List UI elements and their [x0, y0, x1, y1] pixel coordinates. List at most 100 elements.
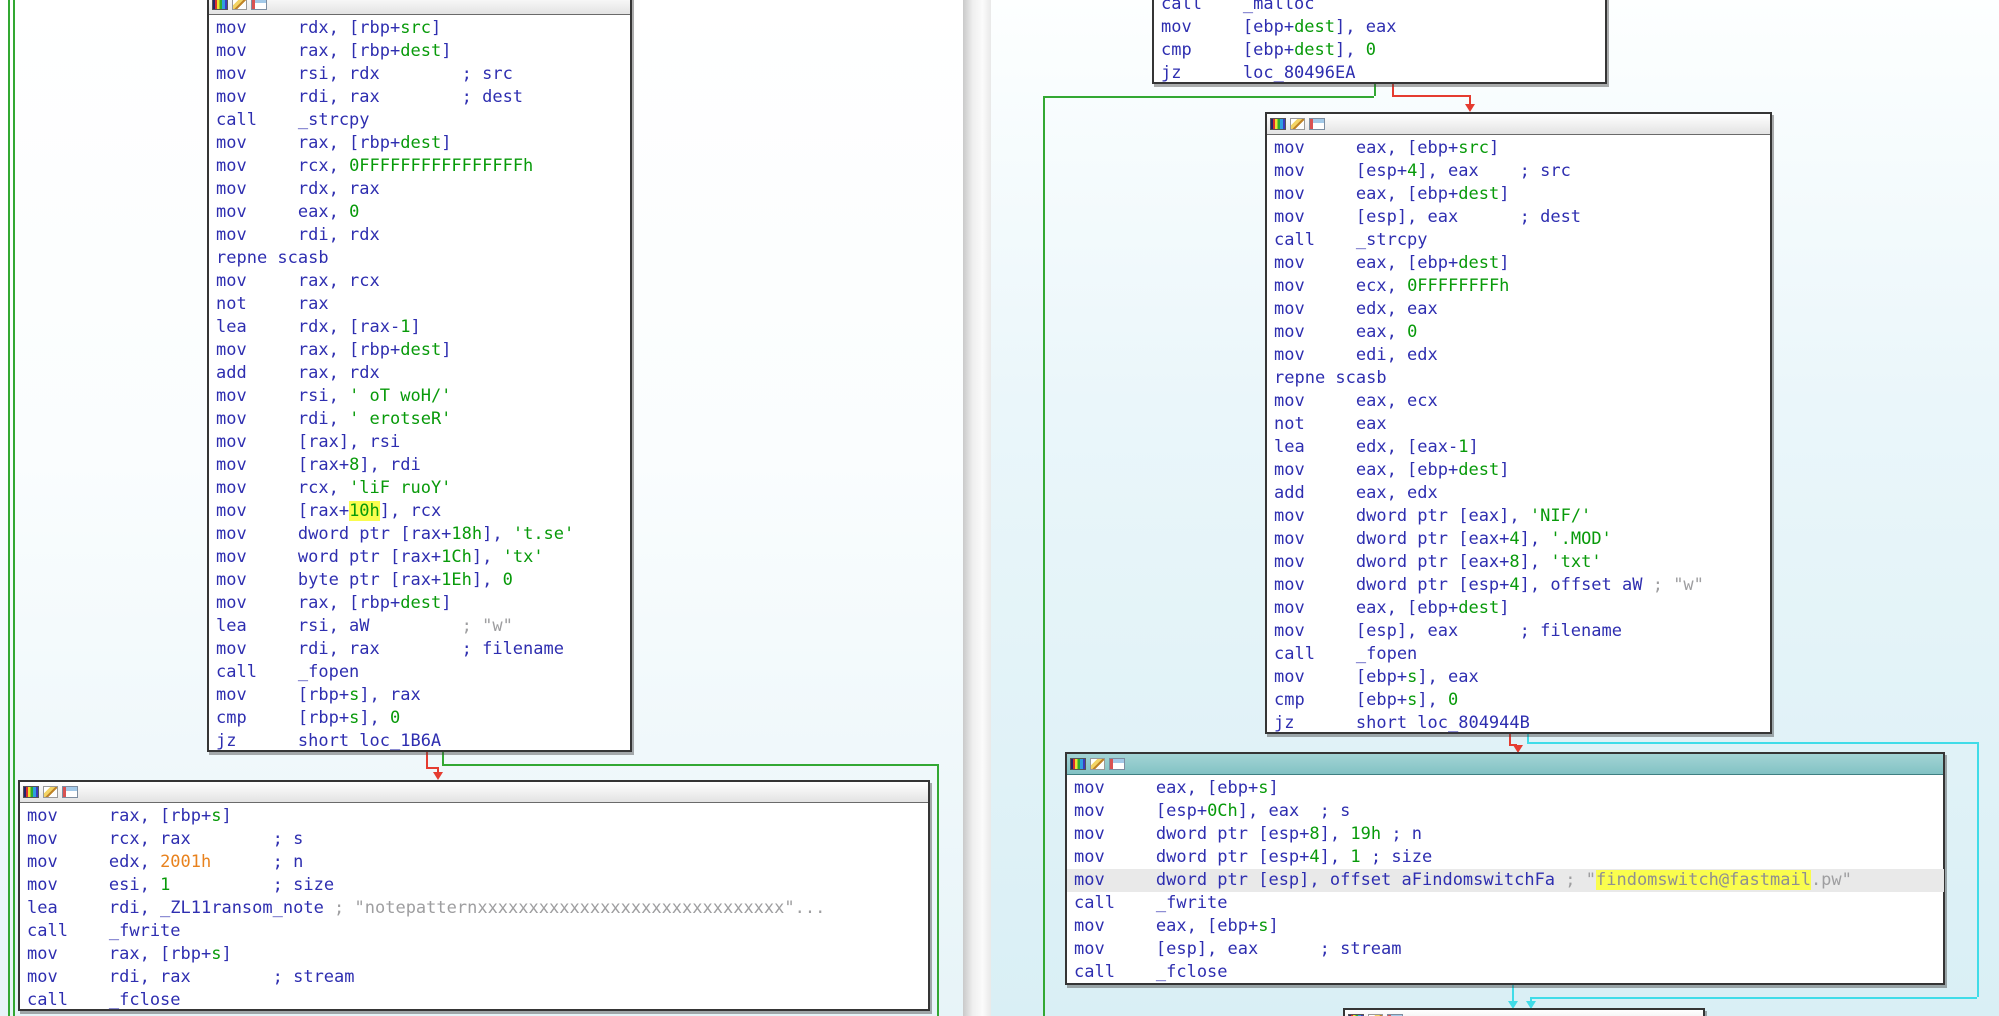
asm-line[interactable]: mov eax, [ebp+dest] — [1274, 183, 1770, 206]
asm-line[interactable]: mov dword ptr [eax], 'NIF/' — [1274, 505, 1770, 528]
asm-line[interactable]: mov dword ptr [esp+4], offset aW ; "w" — [1274, 574, 1770, 597]
asm-line[interactable]: jz short loc_804944B — [1274, 712, 1770, 735]
asm-line[interactable]: mov rdi, rax ; filename — [216, 638, 630, 661]
asm-line[interactable]: mov rcx, 'liF ruoY' — [216, 477, 630, 500]
asm-line[interactable]: mov byte ptr [rax+1Eh], 0 — [216, 569, 630, 592]
asm-line[interactable]: mov [esp+4], eax ; src — [1274, 160, 1770, 183]
asm-line[interactable]: lea rdx, [rax-1] — [216, 316, 630, 339]
asm-line[interactable]: lea rsi, aW ; "w" — [216, 615, 630, 638]
node-color-icon[interactable] — [1070, 758, 1086, 770]
asm-line[interactable]: call _fopen — [216, 661, 630, 684]
asm-line[interactable]: mov eax, [ebp+dest] — [1274, 252, 1770, 275]
asm-line[interactable]: mov eax, [ebp+s] — [1074, 915, 1943, 938]
asm-line[interactable]: call _fwrite — [1074, 892, 1943, 915]
asm-line[interactable]: mov rax, [rbp+dest] — [216, 592, 630, 615]
asm-line[interactable]: repne scasb — [216, 247, 630, 270]
asm-line[interactable]: mov eax, [ebp+s] — [1074, 777, 1943, 800]
asm-line[interactable]: mov eax, [ebp+dest] — [1274, 597, 1770, 620]
asm-line[interactable]: mov [esp], eax ; stream — [1074, 938, 1943, 961]
asm-line[interactable]: mov dword ptr [rax+18h], 't.se' — [216, 523, 630, 546]
node-right-malloc-check-x86[interactable]: call _mallocmov [ebp+dest], eaxcmp [ebp+… — [1152, 0, 1607, 84]
asm-line[interactable]: cmp [rbp+s], 0 — [216, 707, 630, 730]
asm-line[interactable]: mov [esp+0Ch], eax ; s — [1074, 800, 1943, 823]
asm-line[interactable]: mov rdi, rax ; dest — [216, 86, 630, 109]
node-edit-icon[interactable] — [1290, 118, 1305, 130]
asm-line[interactable]: add rax, rdx — [216, 362, 630, 385]
asm-line[interactable]: cmp [ebp+dest], 0 — [1161, 39, 1605, 62]
node-frame-icon[interactable] — [1109, 758, 1125, 770]
node-frame-icon[interactable] — [62, 786, 78, 798]
node-color-icon[interactable] — [1270, 118, 1286, 130]
asm-line[interactable]: mov dword ptr [esp+4], 1 ; size — [1074, 846, 1943, 869]
node-right-fwrite-email-x86-titlebar[interactable] — [1067, 754, 1943, 775]
node-edit-icon[interactable] — [232, 0, 247, 10]
asm-line[interactable]: mov [esp], eax ; filename — [1274, 620, 1770, 643]
asm-line[interactable]: lea rdi, _ZL11ransom_note ; "notepattern… — [27, 897, 928, 920]
asm-line[interactable]: add eax, edx — [1274, 482, 1770, 505]
node-color-icon[interactable] — [23, 786, 39, 798]
asm-line[interactable]: mov dword ptr [eax+4], '.MOD' — [1274, 528, 1770, 551]
asm-line[interactable]: mov rdx, [rbp+src] — [216, 17, 630, 40]
asm-line[interactable]: mov [ebp+dest], eax — [1161, 16, 1605, 39]
asm-line[interactable]: mov rsi, rdx ; src — [216, 63, 630, 86]
node-frame-icon[interactable] — [1309, 118, 1325, 130]
asm-line[interactable]: mov [rbp+s], rax — [216, 684, 630, 707]
asm-line[interactable]: mov dword ptr [esp+8], 19h ; n — [1074, 823, 1943, 846]
asm-line[interactable]: mov [ebp+s], eax — [1274, 666, 1770, 689]
asm-line[interactable]: mov rax, [rbp+dest] — [216, 132, 630, 155]
node-frame-icon[interactable] — [251, 0, 267, 10]
asm-line[interactable]: mov [rax], rsi — [216, 431, 630, 454]
asm-line[interactable]: mov rsi, ' oT woH/' — [216, 385, 630, 408]
asm-line[interactable]: mov rcx, rax ; s — [27, 828, 928, 851]
asm-line[interactable]: mov rcx, 0FFFFFFFFFFFFFFFFh — [216, 155, 630, 178]
asm-line[interactable]: mov dword ptr [esp], offset aFindomswitc… — [1067, 869, 1944, 892]
asm-line[interactable]: mov eax, 0 — [1274, 321, 1770, 344]
node-left-write-note-x64-titlebar[interactable] — [20, 782, 928, 803]
node-left-build-restore-note-x64[interactable]: mov rdx, [rbp+src]mov rax, [rbp+dest]mov… — [207, 0, 632, 752]
asm-line[interactable]: call _fwrite — [27, 920, 928, 943]
asm-line[interactable]: mov rax, rcx — [216, 270, 630, 293]
node-right-next-fragment-titlebar[interactable] — [1345, 1010, 1703, 1016]
node-left-write-note-x64[interactable]: mov rax, [rbp+s]mov rcx, rax ; smov edx,… — [18, 780, 930, 1011]
asm-line[interactable]: mov edi, edx — [1274, 344, 1770, 367]
asm-line[interactable]: mov ecx, 0FFFFFFFFh — [1274, 275, 1770, 298]
asm-line[interactable]: mov esi, 1 ; size — [27, 874, 928, 897]
asm-line[interactable]: mov [rax+10h], rcx — [216, 500, 630, 523]
asm-line[interactable]: mov eax, [ebp+src] — [1274, 137, 1770, 160]
pane-splitter[interactable] — [963, 0, 991, 1016]
asm-line[interactable]: lea edx, [eax-1] — [1274, 436, 1770, 459]
asm-line[interactable]: mov rdi, ' erotseR' — [216, 408, 630, 431]
node-right-next-fragment[interactable] — [1343, 1008, 1705, 1016]
asm-line[interactable]: mov eax, [ebp+dest] — [1274, 459, 1770, 482]
node-left-build-restore-note-x64-titlebar[interactable] — [209, 0, 630, 15]
asm-line[interactable]: mov [rax+8], rdi — [216, 454, 630, 477]
asm-line[interactable]: mov rdi, rdx — [216, 224, 630, 247]
asm-line[interactable]: call _fclose — [1074, 961, 1943, 984]
asm-line[interactable]: mov rax, [rbp+s] — [27, 943, 928, 966]
asm-line[interactable]: not eax — [1274, 413, 1770, 436]
asm-line[interactable]: repne scasb — [1274, 367, 1770, 390]
node-right-build-fin-mod-txt-x86-titlebar[interactable] — [1267, 114, 1770, 135]
asm-line[interactable]: mov eax, ecx — [1274, 390, 1770, 413]
asm-line[interactable]: mov eax, 0 — [216, 201, 630, 224]
asm-line[interactable]: mov word ptr [rax+1Ch], 'tx' — [216, 546, 630, 569]
asm-line[interactable]: jz short loc_1B6A — [216, 730, 630, 753]
asm-line[interactable]: mov edx, 2001h ; n — [27, 851, 928, 874]
asm-line[interactable]: call _fclose — [27, 989, 928, 1012]
asm-line[interactable]: mov rax, [rbp+dest] — [216, 339, 630, 362]
asm-line[interactable]: mov [esp], eax ; dest — [1274, 206, 1770, 229]
node-edit-icon[interactable] — [1090, 758, 1105, 770]
asm-line[interactable]: call _strcpy — [1274, 229, 1770, 252]
node-color-icon[interactable] — [212, 0, 228, 10]
asm-line[interactable]: mov rdx, rax — [216, 178, 630, 201]
node-right-build-fin-mod-txt-x86[interactable]: mov eax, [ebp+src]mov [esp+4], eax ; src… — [1265, 112, 1772, 734]
asm-line[interactable]: call _malloc — [1161, 0, 1605, 16]
asm-line[interactable]: cmp [ebp+s], 0 — [1274, 689, 1770, 712]
asm-line[interactable]: mov dword ptr [eax+8], 'txt' — [1274, 551, 1770, 574]
asm-line[interactable]: mov rax, [rbp+dest] — [216, 40, 630, 63]
asm-line[interactable]: mov rax, [rbp+s] — [27, 805, 928, 828]
asm-line[interactable]: mov edx, eax — [1274, 298, 1770, 321]
disassembly-graph-canvas[interactable]: mov rdx, [rbp+src]mov rax, [rbp+dest]mov… — [0, 0, 1999, 1016]
asm-line[interactable]: jz loc_80496EA — [1161, 62, 1605, 85]
node-right-fwrite-email-x86[interactable]: mov eax, [ebp+s]mov [esp+0Ch], eax ; smo… — [1065, 752, 1945, 985]
